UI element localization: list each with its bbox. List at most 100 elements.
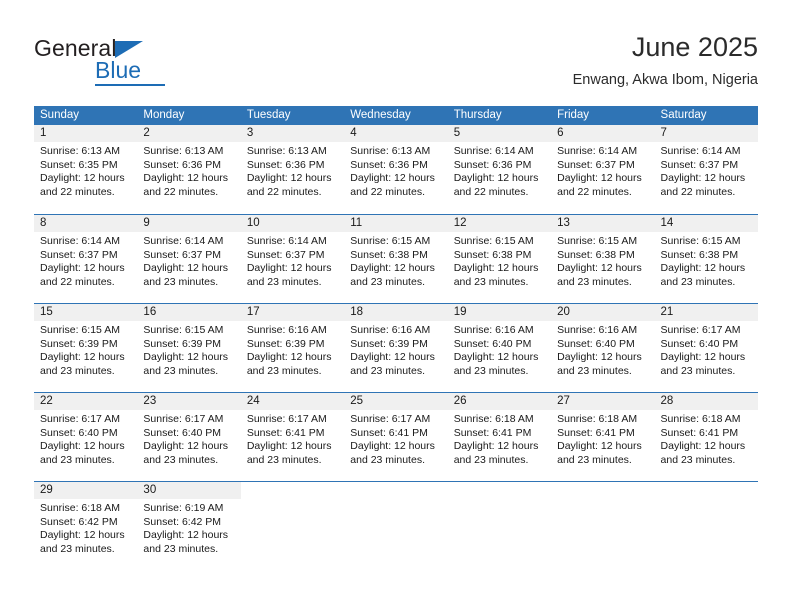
- daylight-text-line2: and 23 minutes.: [557, 453, 632, 466]
- sunrise-text: Sunrise: 6:15 AM: [557, 235, 638, 247]
- sunrise-text: Sunrise: 6:15 AM: [453, 235, 534, 247]
- day-cell[interactable]: 15 Sunrise: 6:15 AM Sunset: 6:39 PM Dayl…: [34, 304, 138, 392]
- day-number: [241, 482, 344, 499]
- daylight-text-line1: Daylight: 12 hours: [40, 172, 125, 185]
- day-cell[interactable]: 24 Sunrise: 6:17 AM Sunset: 6:41 PM Dayl…: [240, 393, 345, 481]
- sunset-text: Sunset: 6:37 PM: [143, 248, 222, 261]
- calendar-page: General Blue June 2025 Enwang, Akwa Ibom…: [0, 0, 792, 612]
- title-block: June 2025 Enwang, Akwa Ibom, Nigeria: [573, 30, 758, 90]
- sunrise-text: Sunrise: 6:14 AM: [557, 145, 638, 157]
- daylight-text-line1: Daylight: 12 hours: [350, 351, 435, 364]
- day-cell[interactable]: 28 Sunrise: 6:18 AM Sunset: 6:41 PM Dayl…: [654, 393, 758, 481]
- sunset-text: Sunset: 6:38 PM: [453, 248, 532, 261]
- day-cell[interactable]: 2 Sunrise: 6:13 AM Sunset: 6:36 PM Dayli…: [137, 125, 241, 214]
- day-cell[interactable]: 14 Sunrise: 6:15 AM Sunset: 6:38 PM Dayl…: [654, 215, 758, 303]
- daylight-text-line2: and 23 minutes.: [246, 275, 322, 288]
- sunrise-text: Sunrise: 6:15 AM: [660, 235, 741, 247]
- day-cell[interactable]: 17 Sunrise: 6:16 AM Sunset: 6:39 PM Dayl…: [240, 304, 345, 392]
- day-number: 30: [137, 482, 241, 499]
- day-number: [448, 482, 551, 499]
- day-cell[interactable]: 1 Sunrise: 6:13 AM Sunset: 6:35 PM Dayli…: [34, 125, 138, 214]
- daylight-text-line1: Daylight: 12 hours: [557, 440, 642, 453]
- sunrise-text: Sunrise: 6:16 AM: [557, 324, 638, 336]
- sunrise-text: Sunrise: 6:17 AM: [40, 413, 120, 425]
- daylight-text-line1: Daylight: 12 hours: [660, 262, 746, 275]
- daylight-text-line2: and 23 minutes.: [350, 275, 425, 288]
- page-title: June 2025: [631, 32, 758, 62]
- sunset-text: Sunset: 6:41 PM: [660, 426, 739, 439]
- weekday-header-monday: Monday: [143, 109, 185, 121]
- sunrise-text: Sunrise: 6:17 AM: [246, 413, 327, 425]
- day-number: 13: [551, 215, 655, 232]
- day-cell[interactable]: 10 Sunrise: 6:14 AM Sunset: 6:37 PM Dayl…: [240, 215, 345, 303]
- day-details: Sunrise: 6:15 AM Sunset: 6:38 PM Dayligh…: [655, 232, 758, 289]
- weekday-header-row: Sunday Monday Tuesday Wednesday Thursday…: [34, 106, 758, 125]
- day-cell[interactable]: 22 Sunrise: 6:17 AM Sunset: 6:40 PM Dayl…: [34, 393, 138, 481]
- daylight-text-line1: Daylight: 12 hours: [557, 172, 642, 185]
- day-cell[interactable]: 29 Sunrise: 6:18 AM Sunset: 6:42 PM Dayl…: [34, 482, 138, 570]
- daylight-text-line2: and 23 minutes.: [660, 453, 736, 466]
- sunset-text: Sunset: 6:37 PM: [246, 248, 325, 261]
- daylight-text-line2: and 22 minutes.: [143, 185, 219, 198]
- day-number: 21: [654, 304, 758, 321]
- day-details: Sunrise: 6:15 AM Sunset: 6:39 PM Dayligh…: [34, 321, 137, 378]
- day-details: Sunrise: 6:15 AM Sunset: 6:38 PM Dayligh…: [551, 232, 654, 289]
- daylight-text-line2: and 23 minutes.: [246, 453, 322, 466]
- day-cell[interactable]: 30 Sunrise: 6:19 AM Sunset: 6:42 PM Dayl…: [137, 482, 241, 570]
- day-cell[interactable]: 27 Sunrise: 6:18 AM Sunset: 6:41 PM Dayl…: [551, 393, 655, 481]
- day-cell[interactable]: 16 Sunrise: 6:15 AM Sunset: 6:39 PM Dayl…: [137, 304, 241, 392]
- day-cell[interactable]: 21 Sunrise: 6:17 AM Sunset: 6:40 PM Dayl…: [654, 304, 758, 392]
- day-number: 15: [34, 304, 138, 321]
- daylight-text-line2: and 23 minutes.: [453, 364, 529, 377]
- daylight-text-line1: Daylight: 12 hours: [143, 172, 229, 185]
- day-cell[interactable]: 4 Sunrise: 6:13 AM Sunset: 6:36 PM Dayli…: [344, 125, 448, 214]
- day-cell[interactable]: 8 Sunrise: 6:14 AM Sunset: 6:37 PM Dayli…: [34, 215, 138, 303]
- daylight-text-line1: Daylight: 12 hours: [40, 440, 125, 453]
- day-number: 8: [34, 215, 138, 232]
- day-cell[interactable]: 19 Sunrise: 6:16 AM Sunset: 6:40 PM Dayl…: [447, 304, 552, 392]
- calendar-grid: Sunday Monday Tuesday Wednesday Thursday…: [34, 106, 758, 570]
- sunrise-text: Sunrise: 6:16 AM: [246, 324, 327, 336]
- daylight-text-line2: and 23 minutes.: [350, 453, 425, 466]
- day-details: Sunrise: 6:14 AM Sunset: 6:37 PM Dayligh…: [241, 232, 344, 289]
- daylight-text-line2: and 23 minutes.: [143, 453, 219, 466]
- day-cell[interactable]: 26 Sunrise: 6:18 AM Sunset: 6:41 PM Dayl…: [447, 393, 552, 481]
- day-cell[interactable]: 20 Sunrise: 6:16 AM Sunset: 6:40 PM Dayl…: [551, 304, 655, 392]
- sunrise-text: Sunrise: 6:17 AM: [143, 413, 224, 425]
- sunrise-text: Sunrise: 6:14 AM: [660, 145, 741, 157]
- daylight-text-line2: and 23 minutes.: [557, 275, 632, 288]
- sunset-text: Sunset: 6:39 PM: [40, 337, 118, 350]
- daylight-text-line1: Daylight: 12 hours: [143, 262, 229, 275]
- daylight-text-line1: Daylight: 12 hours: [453, 440, 539, 453]
- daylight-text-line2: and 22 minutes.: [660, 185, 736, 198]
- day-cell[interactable]: 13 Sunrise: 6:15 AM Sunset: 6:38 PM Dayl…: [551, 215, 655, 303]
- day-cell[interactable]: 3 Sunrise: 6:13 AM Sunset: 6:36 PM Dayli…: [240, 125, 345, 214]
- daylight-text-line2: and 23 minutes.: [453, 275, 529, 288]
- day-number: 7: [654, 125, 758, 142]
- day-cell[interactable]: 18 Sunrise: 6:16 AM Sunset: 6:39 PM Dayl…: [344, 304, 448, 392]
- day-cell[interactable]: 7 Sunrise: 6:14 AM Sunset: 6:37 PM Dayli…: [654, 125, 758, 214]
- weekday-header-sunday: Sunday: [40, 109, 80, 121]
- sunset-text: Sunset: 6:42 PM: [40, 515, 118, 528]
- day-details: Sunrise: 6:15 AM Sunset: 6:39 PM Dayligh…: [137, 321, 240, 378]
- day-cell[interactable]: 12 Sunrise: 6:15 AM Sunset: 6:38 PM Dayl…: [447, 215, 552, 303]
- day-cell[interactable]: 25 Sunrise: 6:17 AM Sunset: 6:41 PM Dayl…: [344, 393, 448, 481]
- day-cell[interactable]: 6 Sunrise: 6:14 AM Sunset: 6:37 PM Dayli…: [551, 125, 655, 214]
- day-cell[interactable]: 23 Sunrise: 6:17 AM Sunset: 6:40 PM Dayl…: [137, 393, 241, 481]
- logo-text-blue: Blue: [95, 57, 142, 83]
- day-cell[interactable]: 9 Sunrise: 6:14 AM Sunset: 6:37 PM Dayli…: [137, 215, 241, 303]
- page-subtitle: Enwang, Akwa Ibom, Nigeria: [572, 72, 758, 88]
- day-number: [655, 482, 758, 499]
- day-cell[interactable]: 11 Sunrise: 6:15 AM Sunset: 6:38 PM Dayl…: [344, 215, 448, 303]
- day-cell[interactable]: 5 Sunrise: 6:14 AM Sunset: 6:36 PM Dayli…: [447, 125, 552, 214]
- day-number: 27: [551, 393, 655, 410]
- sunrise-text: Sunrise: 6:15 AM: [143, 324, 224, 336]
- day-details: Sunrise: 6:15 AM Sunset: 6:38 PM Dayligh…: [344, 232, 447, 289]
- daylight-text-line2: and 23 minutes.: [557, 364, 632, 377]
- day-number: 12: [447, 215, 552, 232]
- sunset-text: Sunset: 6:42 PM: [143, 515, 222, 528]
- daylight-text-line1: Daylight: 12 hours: [453, 172, 539, 185]
- daylight-text-line1: Daylight: 12 hours: [350, 262, 435, 275]
- daylight-text-line2: and 22 minutes.: [246, 185, 322, 198]
- day-details: Sunrise: 6:16 AM Sunset: 6:40 PM Dayligh…: [448, 321, 551, 378]
